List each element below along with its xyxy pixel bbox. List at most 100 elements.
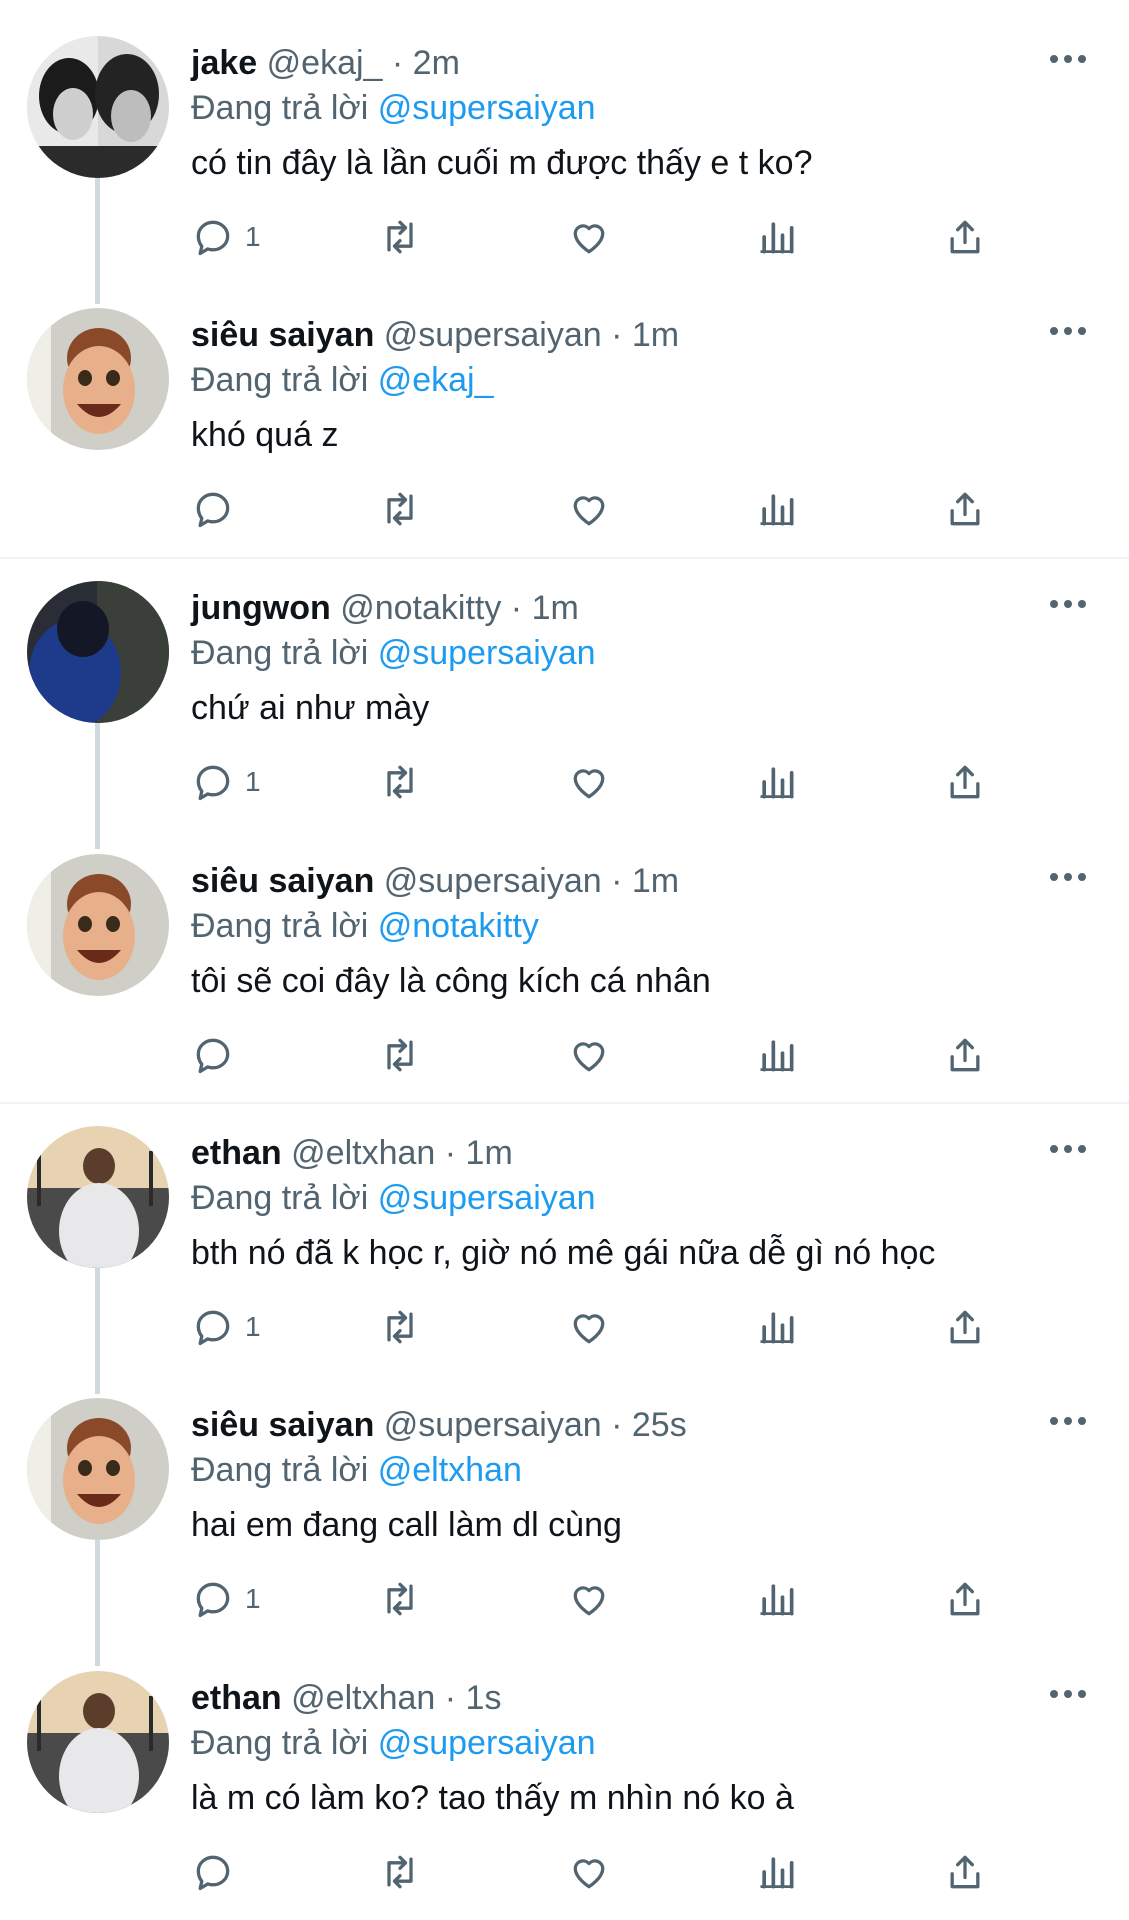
like-button[interactable] bbox=[567, 757, 611, 807]
share-button[interactable] bbox=[943, 484, 987, 534]
share-button[interactable] bbox=[943, 757, 987, 807]
like-button[interactable] bbox=[567, 1302, 611, 1352]
more-dots-icon[interactable] bbox=[1050, 1679, 1092, 1709]
reply-mention-link[interactable]: @supersaiyan bbox=[378, 1724, 596, 1762]
more-dots-icon[interactable] bbox=[1050, 1134, 1092, 1164]
display-name[interactable]: jake bbox=[191, 44, 257, 82]
avatar[interactable] bbox=[27, 1398, 169, 1540]
display-name[interactable]: siêu saiyan bbox=[191, 862, 374, 900]
like-button[interactable] bbox=[567, 212, 611, 262]
handle[interactable]: @supersaiyan bbox=[384, 316, 602, 354]
replying-to-line: Đang trả lời @eltxhan bbox=[191, 1447, 522, 1493]
reply-button[interactable] bbox=[191, 484, 245, 534]
views-button[interactable] bbox=[755, 1302, 799, 1352]
reply-mention-link[interactable]: @supersaiyan bbox=[378, 1179, 596, 1217]
reply-mention-link[interactable]: @supersaiyan bbox=[378, 89, 596, 127]
more-dots-icon[interactable] bbox=[1050, 1406, 1092, 1436]
handle[interactable]: @ekaj_ bbox=[267, 44, 383, 82]
reply-mention-link[interactable]: @notakitty bbox=[378, 907, 539, 945]
share-button[interactable] bbox=[943, 1574, 987, 1624]
display-name[interactable]: ethan bbox=[191, 1134, 282, 1172]
handle[interactable]: @supersaiyan bbox=[384, 1406, 602, 1444]
timestamp[interactable]: 1m bbox=[466, 1134, 513, 1172]
tweet[interactable]: ethan @eltxhan · 1m Đang trả lời @supers… bbox=[0, 1090, 1129, 1394]
reply-button[interactable] bbox=[191, 1030, 245, 1080]
tweet[interactable]: siêu saiyan @supersaiyan · 1m Đang trả l… bbox=[0, 272, 1129, 544]
separator-dot: · bbox=[391, 44, 404, 82]
timestamp[interactable]: 1m bbox=[532, 589, 579, 627]
display-name[interactable]: siêu saiyan bbox=[191, 316, 374, 354]
tweet[interactable]: siêu saiyan @supersaiyan · 25s Đang trả … bbox=[0, 1362, 1129, 1666]
like-button[interactable] bbox=[567, 1574, 611, 1624]
retweet-button[interactable] bbox=[378, 757, 422, 807]
handle[interactable]: @eltxhan bbox=[291, 1134, 435, 1172]
reply-button[interactable]: 1 bbox=[191, 212, 261, 262]
avatar[interactable] bbox=[27, 1126, 169, 1268]
tweet-actions bbox=[191, 1847, 1031, 1897]
replying-to-label: Đang trả lời bbox=[191, 907, 369, 945]
reply-mention-link[interactable]: @eltxhan bbox=[378, 1451, 522, 1489]
tweet-header: jungwon @notakitty · 1m bbox=[191, 585, 579, 631]
tweet[interactable]: jungwon @notakitty · 1m Đang trả lời @su… bbox=[0, 545, 1129, 849]
reply-mention-link[interactable]: @supersaiyan bbox=[378, 634, 596, 672]
views-button[interactable] bbox=[755, 212, 799, 262]
avatar[interactable] bbox=[27, 1671, 169, 1813]
views-button[interactable] bbox=[755, 1030, 799, 1080]
avatar-image bbox=[27, 36, 169, 178]
share-button[interactable] bbox=[943, 1030, 987, 1080]
reply-button[interactable]: 1 bbox=[191, 757, 261, 807]
avatar-image bbox=[27, 1126, 169, 1268]
share-button[interactable] bbox=[943, 212, 987, 262]
retweet-button[interactable] bbox=[378, 1574, 422, 1624]
timestamp[interactable]: 25s bbox=[632, 1406, 687, 1444]
retweet-icon bbox=[387, 1310, 413, 1344]
avatar[interactable] bbox=[27, 854, 169, 996]
retweet-button[interactable] bbox=[378, 484, 422, 534]
avatar[interactable] bbox=[27, 308, 169, 450]
like-button[interactable] bbox=[567, 1030, 611, 1080]
like-button[interactable] bbox=[567, 484, 611, 534]
handle[interactable]: @eltxhan bbox=[291, 1679, 435, 1717]
timestamp[interactable]: 1m bbox=[632, 862, 679, 900]
more-dots-icon[interactable] bbox=[1050, 862, 1092, 892]
tweet[interactable]: ethan @eltxhan · 1s Đang trả lời @supers… bbox=[0, 1635, 1129, 1907]
more-dots-icon[interactable] bbox=[1050, 316, 1092, 346]
retweet-button[interactable] bbox=[378, 1302, 422, 1352]
retweet-button[interactable] bbox=[378, 1030, 422, 1080]
views-button[interactable] bbox=[755, 757, 799, 807]
display-name[interactable]: ethan bbox=[191, 1679, 282, 1717]
retweet-button[interactable] bbox=[378, 1847, 422, 1897]
replying-to-label: Đang trả lời bbox=[191, 1179, 369, 1217]
tweet-actions: 1 bbox=[191, 212, 1031, 262]
separator-dot: · bbox=[444, 1134, 457, 1172]
more-dots-icon[interactable] bbox=[1050, 44, 1092, 74]
timestamp[interactable]: 2m bbox=[413, 44, 460, 82]
share-upload-icon bbox=[950, 1582, 980, 1616]
handle[interactable]: @supersaiyan bbox=[384, 862, 602, 900]
reply-button[interactable] bbox=[191, 1847, 245, 1897]
tweet[interactable]: jake @ekaj_ · 2m Đang trả lời @supersaiy… bbox=[0, 0, 1129, 304]
tweet-header: siêu saiyan @supersaiyan · 1m bbox=[191, 312, 679, 358]
reply-mention-link[interactable]: @ekaj_ bbox=[378, 361, 494, 399]
more-dots-icon[interactable] bbox=[1050, 589, 1092, 619]
display-name[interactable]: jungwon bbox=[191, 589, 331, 627]
avatar[interactable] bbox=[27, 36, 169, 178]
views-button[interactable] bbox=[755, 484, 799, 534]
tweet-text: bth nó đã k học r, giờ nó mê gái nữa dễ … bbox=[191, 1234, 936, 1272]
handle[interactable]: @notakitty bbox=[340, 589, 501, 627]
reply-button[interactable]: 1 bbox=[191, 1302, 261, 1352]
timestamp[interactable]: 1m bbox=[632, 316, 679, 354]
share-button[interactable] bbox=[943, 1302, 987, 1352]
display-name[interactable]: siêu saiyan bbox=[191, 1406, 374, 1444]
avatar-image bbox=[27, 1398, 169, 1540]
views-button[interactable] bbox=[755, 1574, 799, 1624]
views-button[interactable] bbox=[755, 1847, 799, 1897]
like-button[interactable] bbox=[567, 1847, 611, 1897]
avatar[interactable] bbox=[27, 581, 169, 723]
reply-button[interactable]: 1 bbox=[191, 1574, 261, 1624]
timestamp[interactable]: 1s bbox=[466, 1679, 502, 1717]
tweet[interactable]: siêu saiyan @supersaiyan · 1m Đang trả l… bbox=[0, 818, 1129, 1090]
retweet-button[interactable] bbox=[378, 212, 422, 262]
share-button[interactable] bbox=[943, 1847, 987, 1897]
reply-bubble-icon bbox=[196, 1038, 230, 1074]
